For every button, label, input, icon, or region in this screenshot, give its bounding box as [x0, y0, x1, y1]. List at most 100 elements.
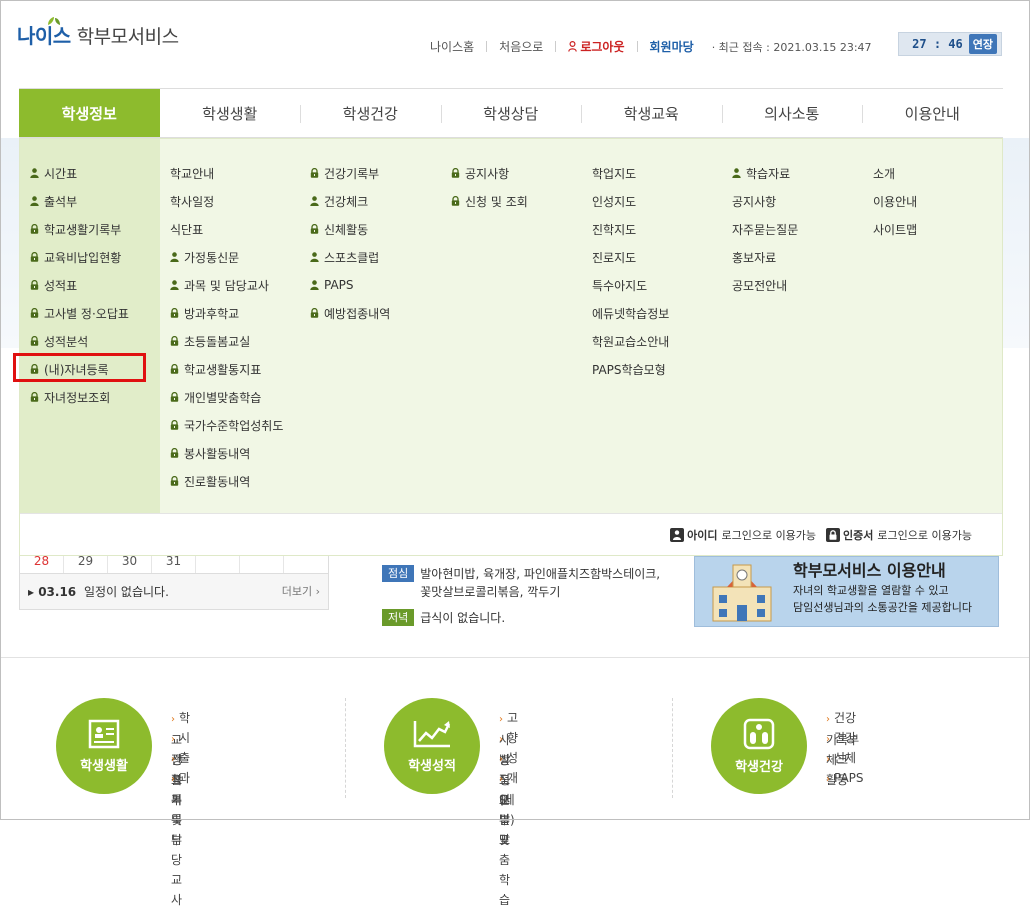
nav-tab-counseling[interactable]: 학생상담 [440, 89, 582, 137]
quick-links-student-life: 학교생활기록부 시간표 출석부 과목및담당교사 [171, 708, 190, 907]
menu-item[interactable]: 인성지도 [592, 187, 669, 215]
neis-home-link[interactable]: 나이스홈 [430, 38, 474, 55]
menu-item-label: 자녀정보조회 [44, 390, 111, 405]
service-guide-banner[interactable]: 학부모서비스 이용안내 자녀의 학교생활을 열람할 수 있고 담임선생님과의 소… [694, 556, 999, 627]
nav-tab-education[interactable]: 학생교육 [581, 89, 722, 137]
menu-item-label: 교육비납입현황 [44, 250, 122, 265]
quick-link[interactable]: 시간표 [171, 728, 190, 787]
nav-tab-guide[interactable]: 이용안내 [862, 89, 1003, 137]
menu-item[interactable]: 학습자료 [732, 159, 798, 187]
menu-item[interactable]: 이용안내 [873, 187, 917, 215]
menu-item[interactable]: 출석부 [30, 187, 129, 215]
menu-item-label: 봉사활동내역 [184, 446, 251, 461]
menu-item[interactable]: 교육비납입현황 [30, 243, 129, 271]
menu-item-label: 학사일정 [170, 194, 215, 209]
menu-item[interactable]: 공지사항 [451, 159, 528, 187]
member-link[interactable]: 회원마당 [650, 38, 694, 55]
menu-item[interactable]: 성적분석 [30, 327, 129, 355]
menu-item-label: 이용안내 [873, 194, 918, 209]
menu-item[interactable]: 성적표 [30, 271, 129, 299]
menu-item[interactable]: 자녀정보조회 [30, 383, 129, 411]
menu-item[interactable]: 스포츠클럽 [310, 243, 390, 271]
menu-item[interactable]: 예방접종내역 [310, 299, 390, 327]
menu-item[interactable]: 공지사항 [732, 187, 798, 215]
menu-item[interactable]: 공모전안내 [732, 271, 798, 299]
menu-item[interactable]: 진로지도 [592, 243, 669, 271]
menu-item[interactable]: 국가수준학업성취도 [170, 411, 283, 439]
nav-tab-student-life[interactable]: 학생생활 [160, 89, 301, 137]
menu-item[interactable]: 에듀넷학습정보 [592, 299, 669, 327]
person-icon [670, 527, 685, 542]
menu-item-label: 초등돌봄교실 [184, 334, 251, 349]
person-icon [310, 280, 324, 290]
logout-link[interactable]: 로그아웃 [568, 38, 625, 55]
menu-item[interactable]: 사이트맵 [873, 215, 917, 243]
menu-item[interactable]: 초등돌봄교실 [170, 327, 283, 355]
quick-link[interactable]: 과목및담당교사 [171, 768, 190, 907]
menu-item[interactable]: 건강체크 [310, 187, 390, 215]
menu-item[interactable]: 특수아지도 [592, 271, 669, 299]
quick-link[interactable]: 향상도(세부) [499, 728, 518, 827]
menu-item[interactable]: 홍보자료 [732, 243, 798, 271]
menu-item[interactable]: 봉사활동내역 [170, 439, 283, 467]
menu-item-label: 신청 및 조회 [465, 194, 528, 209]
menu-item[interactable]: 소개 [873, 159, 917, 187]
menu-item[interactable]: 자주묻는질문 [732, 215, 798, 243]
site-logo[interactable]: 나이스 학부모서비스 [17, 17, 179, 49]
menu-item-label: 스포츠클럽 [324, 250, 380, 265]
session-timer: 27 : 46 연장 [898, 32, 1002, 56]
quick-circle-student-grades[interactable]: 학생성적 [384, 698, 480, 794]
menu-item[interactable]: 고사별 정·오답표 [30, 299, 129, 327]
extend-session-button[interactable]: 연장 [968, 34, 997, 54]
menu-item[interactable]: 신청 및 조회 [451, 187, 528, 215]
menu-item-label: 자주묻는질문 [732, 222, 799, 237]
lock-icon [170, 448, 184, 458]
quick-link[interactable]: 개인별맞춤학습 [499, 768, 518, 907]
schedule-more-link[interactable]: 더보기 › [282, 583, 320, 599]
nav-tab-student-health[interactable]: 학생건강 [300, 89, 441, 137]
menu-item[interactable]: 학교생활기록부 [30, 215, 129, 243]
dinner-menu: 급식이 없습니다. [420, 611, 506, 625]
menu-item-label: 과목 및 담당교사 [184, 278, 269, 293]
menu-item-label: 에듀넷학습정보 [592, 306, 670, 321]
menu-item[interactable]: 개인별맞춤학습 [170, 383, 283, 411]
menu-item[interactable]: 진학지도 [592, 215, 669, 243]
divider [636, 41, 638, 52]
highlight-child-registration [13, 353, 146, 382]
quick-link[interactable]: 고사별 정·오답표 [499, 708, 518, 847]
menu-item[interactable]: 과목 및 담당교사 [170, 271, 283, 299]
menu-item-label: 성적분석 [44, 334, 89, 349]
lunch-tag: 점심 [382, 565, 415, 582]
menu-item[interactable]: 건강기록부 [310, 159, 390, 187]
menu-item-label: 출석부 [44, 194, 78, 209]
menu-item[interactable]: 방과후학교 [170, 299, 283, 327]
menu-item[interactable]: 진로활동내역 [170, 467, 283, 495]
home-link[interactable]: 처음으로 [499, 38, 543, 55]
main-nav: 학생정보 학생생활 학생건강 학생상담 학생교육 의사소통 이용안내 [19, 88, 1003, 138]
quick-links-student-grades: 고사별 정·오답표 향상도(세부) 성적표 개인별맞춤학습 [499, 708, 518, 907]
menu-item[interactable]: 시간표 [30, 159, 129, 187]
menu-item[interactable]: 학원교습소안내 [592, 327, 669, 355]
menu-item[interactable]: 신체활동 [310, 215, 390, 243]
menu-item[interactable]: PAPS [310, 271, 390, 299]
quick-link[interactable]: PAPS [826, 768, 864, 788]
menu-item[interactable]: 학교생활통지표 [170, 355, 283, 383]
lock-icon [30, 252, 44, 262]
quick-link[interactable]: 신체활동 [826, 748, 864, 787]
menu-item[interactable]: 학업지도 [592, 159, 669, 187]
quick-link[interactable]: 건강기록부 [826, 708, 864, 747]
nav-tab-communication[interactable]: 의사소통 [721, 89, 863, 137]
meal-widget: 점심 발아현미밥, 육개장, 파인애플치즈함박스테이크, 꽃맛살브로콜리볶음, … [382, 565, 672, 635]
quick-link[interactable]: 성적표 [499, 748, 518, 807]
menu-item[interactable]: 학교안내 [170, 159, 283, 187]
menu-item[interactable]: 학사일정 [170, 187, 283, 215]
quick-link[interactable]: 출석부 [171, 748, 190, 807]
quick-link[interactable]: 학교생활기록부 [171, 708, 190, 847]
chart-up-icon [413, 720, 451, 747]
menu-item[interactable]: 가정통신문 [170, 243, 283, 271]
quick-circle-student-health[interactable]: 학생건강 [711, 698, 807, 794]
nav-tab-student-info[interactable]: 학생정보 [19, 89, 160, 137]
menu-item[interactable]: PAPS학습모형 [592, 355, 669, 383]
menu-item[interactable]: 식단표 [170, 215, 283, 243]
quick-circle-student-life[interactable]: 학생생활 [56, 698, 152, 794]
